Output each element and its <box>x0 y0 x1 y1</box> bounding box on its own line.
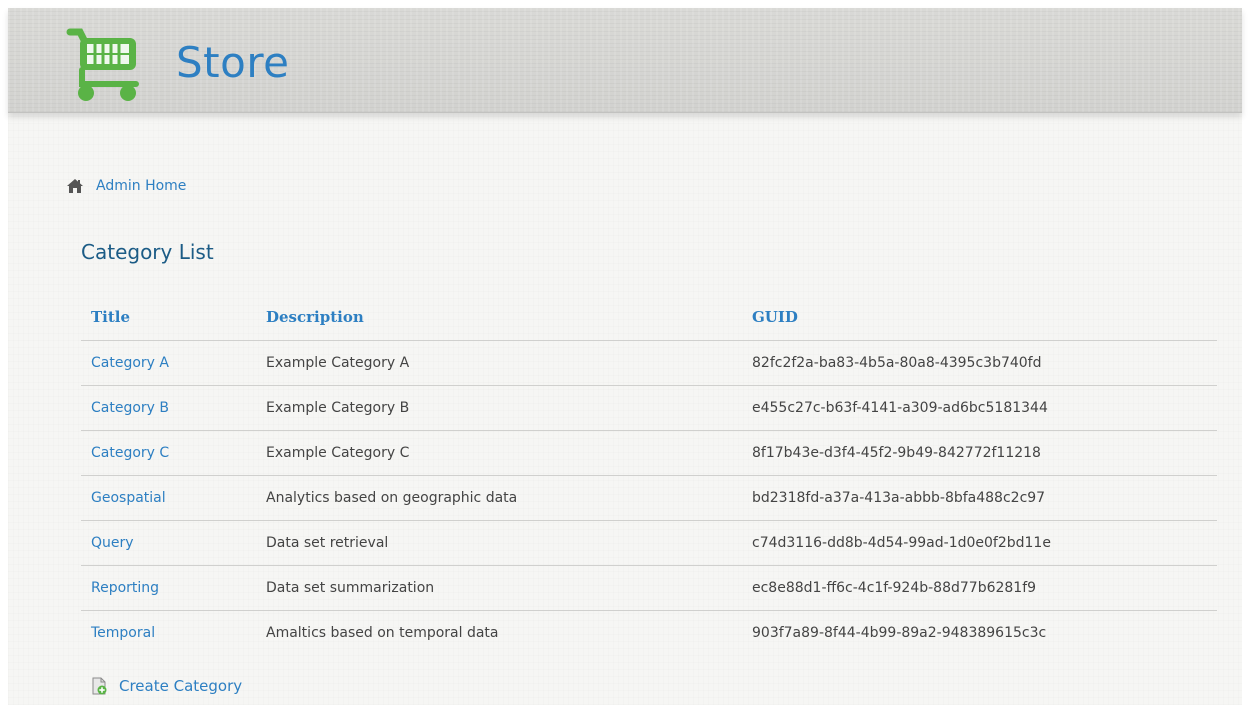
create-category-link[interactable]: Create Category <box>119 677 242 695</box>
row-description-cell: Data set retrieval <box>256 520 742 566</box>
row-guid-cell: c74d3116-dd8b-4d54-99ad-1d0e0f2bd11e <box>742 520 1217 566</box>
row-title-cell: Category C <box>81 430 256 476</box>
breadcrumb: Admin Home <box>66 176 186 196</box>
table-row: Category A Example Category A 82fc2f2a-b… <box>81 340 1217 386</box>
category-title-link[interactable]: Category C <box>91 445 169 461</box>
table-row: Temporal Amaltics based on temporal data… <box>81 611 1217 656</box>
row-title-cell: Category B <box>81 385 256 431</box>
create-category-action: Create Category <box>91 676 242 696</box>
home-icon <box>67 179 83 193</box>
column-header-guid[interactable]: GUID <box>742 294 1217 341</box>
row-description-cell: Data set summarization <box>256 565 742 611</box>
category-title-link[interactable]: Category B <box>91 400 169 416</box>
store-title: Store <box>176 38 290 87</box>
category-title-link[interactable]: Geospatial <box>91 490 166 506</box>
table-row: Category B Example Category B e455c27c-b… <box>81 385 1217 431</box>
row-guid-cell: e455c27c-b63f-4141-a309-ad6bc5181344 <box>742 385 1217 431</box>
table-header-row: Title Description GUID <box>81 294 1217 341</box>
category-title-link[interactable]: Category A <box>91 355 169 371</box>
row-title-cell: Geospatial <box>81 475 256 521</box>
column-header-description[interactable]: Description <box>256 294 742 341</box>
row-description-cell: Analytics based on geographic data <box>256 475 742 521</box>
row-guid-cell: 903f7a89-8f44-4b99-89a2-948389615c3c <box>752 625 1047 641</box>
category-table: Title Description GUID Category A Exampl… <box>81 294 1217 655</box>
shopping-cart-icon <box>66 28 139 101</box>
table-row: Category C Example Category C 8f17b43e-d… <box>81 430 1217 476</box>
category-title-link[interactable]: Reporting <box>91 580 159 596</box>
row-description-cell: Amaltics based on temporal data <box>266 625 499 641</box>
page-title: Category List <box>81 240 214 264</box>
row-guid-cell: 82fc2f2a-ba83-4b5a-80a8-4395c3b740fd <box>742 340 1217 386</box>
table-row: Query Data set retrieval c74d3116-dd8b-4… <box>81 520 1217 566</box>
app-frame: Store Admin Home Category List Title Des… <box>8 8 1242 705</box>
admin-home-link[interactable]: Admin Home <box>96 178 186 194</box>
row-title-cell: Query <box>81 520 256 566</box>
page: Store Admin Home Category List Title Des… <box>0 0 1250 713</box>
row-guid-cell: ec8e88d1-ff6c-4c1f-924b-88d77b6281f9 <box>742 565 1217 611</box>
row-guid-cell: bd2318fd-a37a-413a-abbb-8bfa488c2c97 <box>742 475 1217 521</box>
category-title-link[interactable]: Temporal <box>91 625 155 641</box>
site-header: Store <box>8 8 1242 113</box>
row-description-cell: Example Category A <box>256 340 742 386</box>
column-header-title[interactable]: Title <box>81 294 256 341</box>
table-row: Reporting Data set summarization ec8e88d… <box>81 565 1217 611</box>
row-guid-cell: 8f17b43e-d3f4-45f2-9b49-842772f11218 <box>742 430 1217 476</box>
row-description-cell: Example Category B <box>256 385 742 431</box>
row-title-cell: Reporting <box>81 565 256 611</box>
add-document-icon <box>92 677 107 695</box>
category-table-container: Title Description GUID Category A Exampl… <box>81 294 1217 655</box>
row-description-cell: Example Category C <box>256 430 742 476</box>
table-row: Geospatial Analytics based on geographic… <box>81 475 1217 521</box>
row-title-cell: Temporal <box>81 611 256 656</box>
row-title-cell: Category A <box>81 340 256 386</box>
category-title-link[interactable]: Query <box>91 535 134 551</box>
